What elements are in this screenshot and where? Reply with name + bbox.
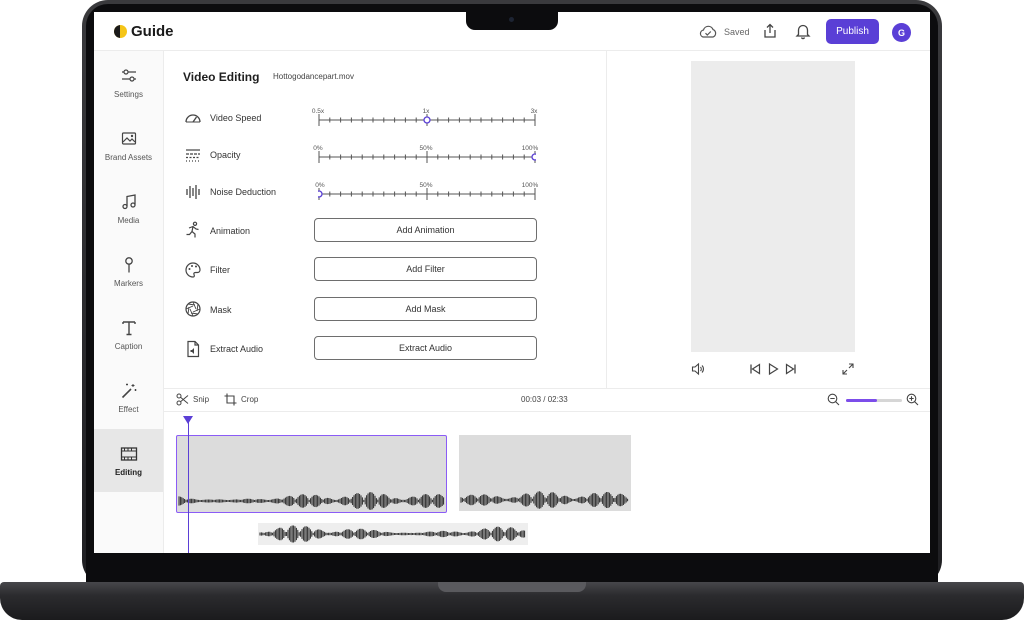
film-icon — [120, 446, 137, 461]
crop-label: Crop — [241, 395, 259, 404]
speedometer-icon — [185, 114, 201, 123]
sidebar-item-media[interactable]: Media — [94, 177, 163, 240]
image-icon — [121, 131, 136, 145]
publish-button[interactable]: Publish — [826, 19, 879, 44]
running-person-icon — [186, 221, 199, 238]
snip-label: Snip — [193, 395, 210, 404]
noise-deduction-label: Noise Deduction — [210, 187, 277, 197]
share-icon[interactable] — [761, 22, 779, 40]
clip-waveform — [178, 492, 445, 510]
sidebar-item-label: Brand Assets — [104, 152, 153, 162]
video-clip-selected[interactable] — [176, 435, 447, 513]
zoom-fill — [846, 399, 877, 402]
scissors-icon — [176, 393, 189, 406]
palette-icon — [185, 262, 201, 278]
video-editing-panel: Video Editing Hottogodancepart.mov Video… — [164, 51, 607, 388]
skip-forward-icon[interactable] — [784, 362, 798, 376]
laptop-frame: Guide Saved Publish G Settings Brand Ass… — [0, 0, 1024, 624]
sidebar-item-label: Settings — [114, 89, 143, 99]
timecode: 00:03 / 02:33 — [521, 395, 568, 404]
logo-mark-icon — [114, 25, 127, 38]
snip-tool[interactable]: Snip — [176, 393, 209, 406]
opacity-label: Opacity — [210, 150, 241, 160]
mask-label: Mask — [210, 305, 232, 315]
sliders-icon — [121, 68, 136, 82]
extract-audio-button[interactable]: Extract Audio — [314, 336, 537, 360]
file-name: Hottogodancepart.mov — [273, 72, 354, 81]
filter-label: Filter — [210, 265, 230, 275]
camera-notch — [466, 12, 558, 30]
soundwave-icon — [186, 185, 200, 199]
laptop-base — [0, 582, 1024, 620]
preview-area — [607, 51, 930, 388]
extract-audio-label: Extract Audio — [210, 344, 264, 354]
volume-icon[interactable] — [691, 362, 705, 376]
saved-status: Saved — [698, 25, 750, 39]
sidebar-item-label: Markers — [114, 278, 143, 288]
saved-label: Saved — [724, 27, 750, 37]
slider-knob[interactable] — [531, 153, 536, 161]
audio-waveform — [259, 525, 526, 543]
zoom-slider[interactable] — [846, 399, 902, 402]
playhead[interactable] — [188, 419, 189, 553]
add-mask-button[interactable]: Add Mask — [314, 297, 537, 321]
video-clip[interactable] — [459, 435, 631, 511]
audio-file-icon — [187, 340, 200, 358]
zoom-in-icon[interactable] — [906, 393, 919, 406]
skip-back-icon[interactable] — [748, 362, 762, 376]
slider-knob[interactable] — [318, 190, 323, 198]
sidebar-item-editing[interactable]: Editing — [94, 429, 163, 492]
opacity-lines-icon — [186, 149, 200, 162]
sidebar-item-brand-assets[interactable]: Brand Assets — [94, 114, 163, 177]
text-icon — [121, 320, 136, 335]
sidebar-item-label: Caption — [114, 341, 143, 351]
sidebar-item-label: Media — [117, 215, 140, 225]
sidebar-item-caption[interactable]: Caption — [94, 303, 163, 366]
sidebar-item-label: Effect — [118, 404, 139, 414]
user-avatar[interactable]: G — [892, 23, 911, 42]
add-animation-button[interactable]: Add Animation — [314, 218, 537, 242]
slider-knob[interactable] — [423, 116, 431, 124]
aperture-icon — [185, 301, 201, 317]
sidebar-item-settings[interactable]: Settings — [94, 51, 163, 114]
sidebar-item-label: Editing — [114, 467, 143, 477]
sidebar: Settings Brand Assets Media Markers Capt… — [94, 51, 164, 553]
video-speed-label: Video Speed — [210, 113, 262, 123]
sidebar-item-effect[interactable]: Effect — [94, 366, 163, 429]
app-screen: Guide Saved Publish G Settings Brand Ass… — [94, 12, 930, 553]
playhead-handle[interactable] — [183, 416, 193, 424]
audio-clip[interactable] — [258, 523, 528, 545]
cloud-check-icon — [699, 25, 717, 38]
slider-track — [318, 188, 536, 200]
slider-track — [318, 114, 536, 126]
sidebar-item-markers[interactable]: Markers — [94, 240, 163, 303]
bell-icon[interactable] — [794, 22, 812, 40]
app-name: Guide — [131, 23, 174, 40]
zoom-out-icon[interactable] — [827, 393, 840, 406]
timeline-tracks — [164, 411, 930, 553]
crop-icon — [224, 393, 237, 406]
timeline-toolbar: Snip Crop 00:03 / 02:33 — [164, 388, 930, 412]
video-preview[interactable] — [691, 61, 855, 352]
magic-wand-icon — [121, 383, 136, 398]
clip-waveform — [460, 491, 629, 509]
pin-icon — [124, 256, 133, 272]
opacity-slider[interactable]: 0% 50% 100% — [313, 145, 538, 175]
animation-label: Animation — [210, 226, 251, 236]
music-note-icon — [121, 193, 136, 209]
add-filter-button[interactable]: Add Filter — [314, 257, 537, 281]
fullscreen-icon[interactable] — [841, 362, 855, 376]
noise-deduction-slider[interactable]: 0% 50% 100% — [315, 182, 538, 212]
panel-title: Video Editing — [183, 70, 260, 84]
play-icon[interactable] — [766, 362, 780, 376]
slider-track — [318, 151, 536, 163]
app-logo[interactable]: Guide — [114, 23, 174, 40]
video-speed-slider[interactable]: 0.5x 1x 3x — [312, 108, 537, 138]
crop-tool[interactable]: Crop — [224, 393, 258, 406]
